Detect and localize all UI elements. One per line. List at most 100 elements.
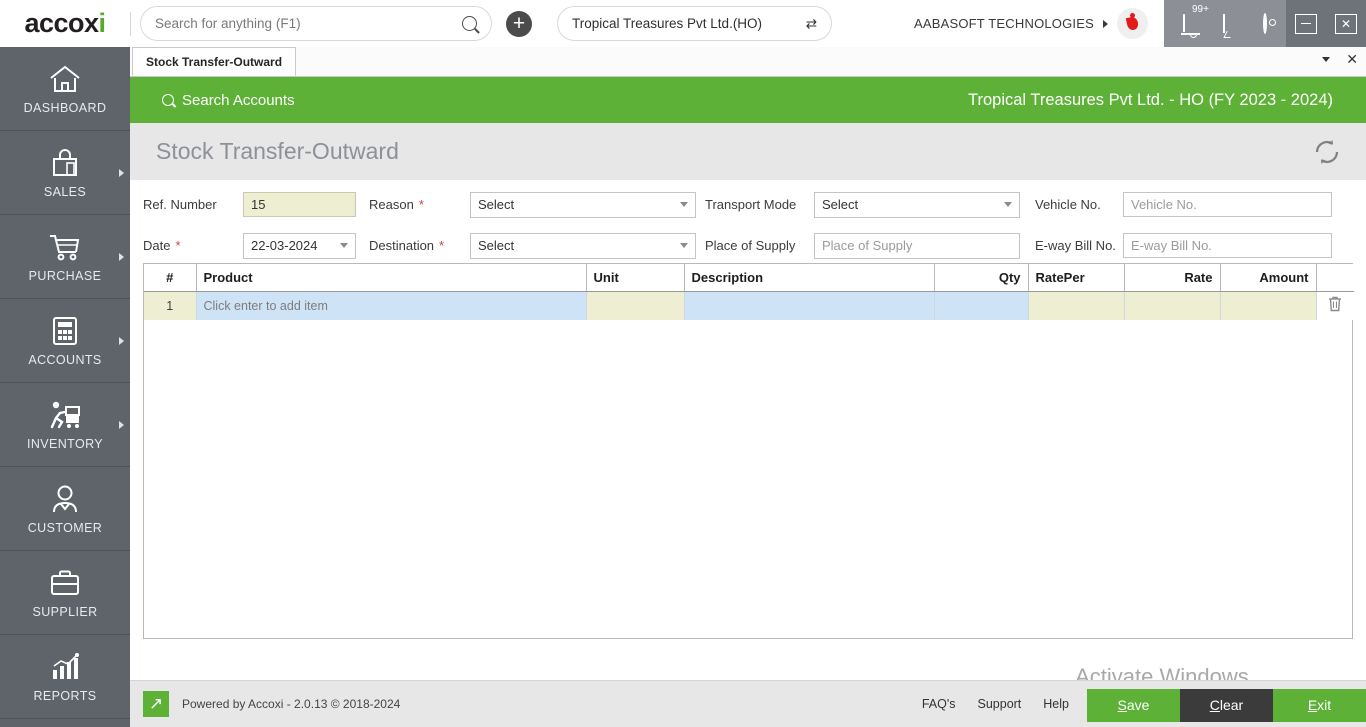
sidebar-label: PURCHASE — [28, 269, 102, 283]
reason-select[interactable]: Select — [470, 191, 696, 218]
sidebar-item-sales[interactable]: SALES — [0, 131, 130, 215]
notification-bell-icon[interactable]: 99+ — [1183, 4, 1209, 33]
cell-rateper[interactable] — [1028, 291, 1125, 320]
sidebar-label: ACCOUNTS — [28, 353, 102, 367]
cell-unit[interactable] — [586, 291, 685, 320]
chevron-down-icon — [1004, 202, 1012, 207]
close-window-button[interactable]: ✕ — [1335, 13, 1357, 34]
reason-label: Reason — [369, 197, 414, 212]
place-of-supply-label-cell: Place of Supply — [705, 238, 814, 253]
sidebar-item-inventory[interactable]: INVENTORY — [0, 383, 130, 467]
logo-text: accox — [24, 8, 99, 38]
cell-rate[interactable] — [1124, 291, 1221, 320]
date-picker[interactable]: 22-03-2024 — [243, 232, 356, 259]
search-accounts-button[interactable]: Search Accounts — [162, 92, 295, 109]
ref-number-input[interactable] — [243, 192, 356, 217]
refresh-icon[interactable] — [1312, 137, 1342, 167]
eway-bill-input[interactable] — [1123, 233, 1332, 258]
chevron-down-icon[interactable] — [1322, 56, 1331, 62]
delete-row-icon[interactable] — [1316, 291, 1354, 320]
search-accounts-label: Search Accounts — [182, 91, 295, 109]
application-window: accoxi + Tropical Treasures Pvt Ltd.(HO)… — [0, 0, 1366, 727]
required-marker: * — [439, 238, 445, 253]
company-selector[interactable]: Tropical Treasures Pvt Ltd.(HO) ⇄ — [557, 6, 832, 41]
chevron-right-icon[interactable] — [1103, 19, 1108, 28]
close-tab-icon[interactable]: ✕ — [1346, 52, 1358, 66]
footer-bar: ↗ Powered by Accoxi - 2.0.13 © 2018-2024… — [130, 680, 1366, 727]
sidebar-item-supplier[interactable]: SUPPLIER — [0, 551, 130, 635]
sidebar-label: CUSTOMER — [27, 521, 103, 535]
cell-product[interactable]: Click enter to add item — [196, 291, 587, 320]
date-label: Date — [143, 238, 171, 253]
search-input[interactable] — [155, 16, 462, 31]
add-button[interactable]: + — [506, 10, 532, 37]
chevron-down-icon — [340, 243, 348, 248]
sidebar-item-dashboard[interactable]: DASHBOARD — [0, 47, 130, 131]
chevron-right-icon — [119, 252, 124, 261]
sidebar-item-reports[interactable]: REPORTS — [0, 635, 130, 719]
minimize-button[interactable] — [1295, 13, 1317, 34]
message-icon[interactable] — [1223, 13, 1225, 33]
company-selector-label: Tropical Treasures Pvt Ltd.(HO) — [572, 16, 763, 31]
transport-mode-select[interactable]: Select — [814, 191, 1020, 218]
footer-links: FAQ's Support Help — [922, 697, 1069, 711]
destination-label-cell: Destination * — [369, 238, 470, 253]
powered-by: ↗ Powered by Accoxi - 2.0.13 © 2018-2024 — [143, 691, 400, 717]
exit-button[interactable]: Exit — [1273, 688, 1366, 722]
required-marker: * — [418, 197, 424, 212]
eway-bill-label-cell: E-way Bill No. — [1035, 238, 1123, 253]
sidebar-label: SUPPLIER — [32, 605, 98, 619]
tab-controls: ✕ — [1322, 52, 1358, 66]
briefcase-icon — [49, 566, 81, 598]
company-fiscal-year: Tropical Treasures Pvt Ltd. - HO (FY 202… — [968, 90, 1333, 109]
window-controls: ✕ — [1286, 0, 1366, 47]
notification-badge: 99+ — [1192, 3, 1209, 15]
tab-label: Stock Transfer-Outward — [146, 54, 283, 69]
reason-label-cell: Reason * — [369, 197, 470, 212]
help-link[interactable]: Help — [1043, 697, 1069, 711]
cell-amount[interactable] — [1220, 291, 1317, 320]
col-rate: Rate — [1124, 264, 1221, 292]
vehicle-no-input[interactable] — [1123, 192, 1332, 217]
divider — [130, 11, 131, 36]
tab-stock-transfer-outward[interactable]: Stock Transfer-Outward — [132, 47, 297, 76]
save-button[interactable]: Save — [1087, 688, 1180, 722]
gear-icon[interactable] — [1263, 12, 1267, 34]
sidebar-item-accounts[interactable]: ACCOUNTS — [0, 299, 130, 383]
col-rateper: RatePer — [1028, 264, 1125, 292]
items-table-container: # Product Unit Description Qty RatePer R… — [143, 263, 1354, 639]
place-of-supply-input[interactable] — [814, 232, 1020, 259]
shopping-bag-icon — [50, 146, 80, 178]
col-index: # — [144, 264, 197, 292]
table-row[interactable]: 1 Click enter to add item — [144, 291, 1354, 320]
sidebar-label: INVENTORY — [26, 437, 104, 451]
sidebar: DASHBOARD SALES PURCHASE ACCOUNTS INVENT… — [0, 47, 130, 727]
user-area: AABASOFT TECHNOLOGIES 99+ ✕ — [914, 0, 1366, 47]
col-qty: Qty — [934, 264, 1029, 292]
cell-qty[interactable] — [934, 291, 1029, 320]
switch-company-icon[interactable]: ⇄ — [806, 16, 817, 32]
sidebar-item-customer[interactable]: CUSTOMER — [0, 467, 130, 551]
main-panel: Stock Transfer-Outward ✕ Search Accounts… — [130, 47, 1366, 727]
destination-value: Select — [478, 238, 515, 253]
reason-value: Select — [478, 197, 515, 212]
faq-link[interactable]: FAQ's — [922, 697, 956, 711]
form-row-2: Date * 22-03-2024 Destination * Select P… — [130, 229, 1366, 262]
col-actions — [1316, 264, 1354, 292]
avatar[interactable] — [1117, 8, 1148, 39]
search-icon[interactable] — [462, 16, 477, 31]
person-icon — [50, 482, 80, 514]
global-search[interactable] — [140, 6, 492, 41]
sidebar-item-purchase[interactable]: PURCHASE — [0, 215, 130, 299]
shopping-cart-icon — [48, 230, 82, 262]
col-unit: Unit — [586, 264, 685, 292]
required-marker: * — [175, 238, 181, 253]
sidebar-label: SALES — [43, 185, 87, 199]
support-link[interactable]: Support — [978, 697, 1022, 711]
search-icon — [162, 94, 174, 106]
cell-description[interactable] — [684, 291, 935, 320]
destination-select[interactable]: Select — [470, 232, 696, 259]
calculator-icon — [51, 314, 79, 346]
tab-strip: Stock Transfer-Outward ✕ — [130, 47, 1366, 77]
clear-button[interactable]: Clear — [1180, 688, 1273, 722]
